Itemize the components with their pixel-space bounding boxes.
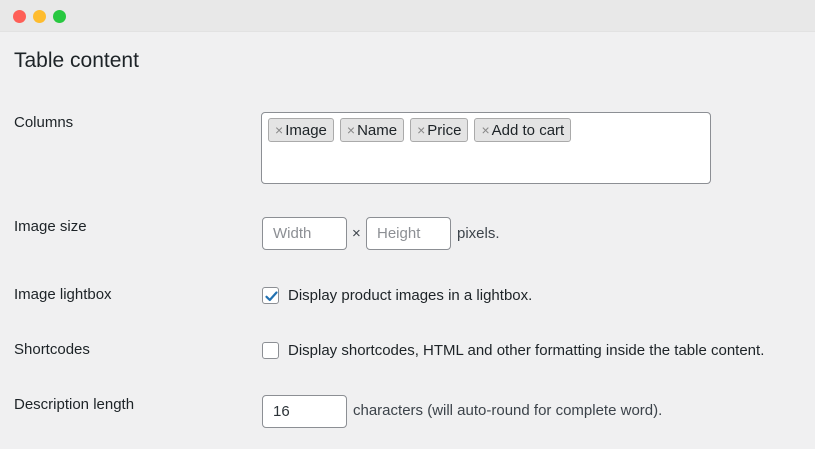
shortcodes-label: Shortcodes	[14, 341, 90, 358]
image-lightbox-text: Display product images in a lightbox.	[288, 287, 533, 304]
description-length-suffix: characters (will auto-round for complete…	[353, 402, 663, 419]
columns-multiselect[interactable]: × Image × Name × Price × Add to cart	[261, 112, 711, 184]
shortcodes-checkbox[interactable]	[262, 342, 279, 359]
maximize-window-button[interactable]	[53, 10, 66, 23]
column-tag-name: × Name	[339, 118, 405, 142]
image-lightbox-checkbox[interactable]	[262, 287, 279, 304]
remove-tag-icon[interactable]: ×	[347, 123, 355, 137]
pixels-unit-text: pixels.	[457, 225, 500, 242]
column-tag-price: × Price	[410, 118, 469, 142]
image-lightbox-label: Image lightbox	[14, 286, 112, 303]
columns-label: Columns	[14, 114, 74, 131]
remove-tag-icon[interactable]: ×	[417, 123, 425, 137]
image-width-input[interactable]	[262, 217, 347, 250]
tag-label: Name	[357, 121, 398, 139]
columns-tag-list: × Image × Name × Price × Add to cart	[268, 118, 704, 142]
minimize-window-button[interactable]	[33, 10, 46, 23]
title-bar	[0, 0, 815, 32]
section-title: Table content	[14, 49, 139, 72]
close-window-button[interactable]	[13, 10, 26, 23]
tag-label: Image	[285, 121, 327, 139]
shortcodes-text: Display shortcodes, HTML and other forma…	[288, 342, 765, 359]
description-length-label: Description length	[14, 396, 135, 413]
description-length-input[interactable]	[262, 395, 347, 428]
checkmark-icon	[265, 291, 278, 302]
remove-tag-icon[interactable]: ×	[481, 123, 489, 137]
image-size-label: Image size	[14, 218, 87, 235]
image-height-input[interactable]	[366, 217, 451, 250]
column-tag-image: × Image	[268, 118, 334, 142]
remove-tag-icon[interactable]: ×	[275, 123, 283, 137]
settings-window: Table content Columns × Image × Name × P…	[0, 0, 815, 449]
size-separator: ×	[352, 225, 361, 242]
tag-label: Price	[427, 121, 462, 139]
tag-label: Add to cart	[491, 121, 565, 139]
column-tag-add-to-cart: × Add to cart	[474, 118, 572, 142]
